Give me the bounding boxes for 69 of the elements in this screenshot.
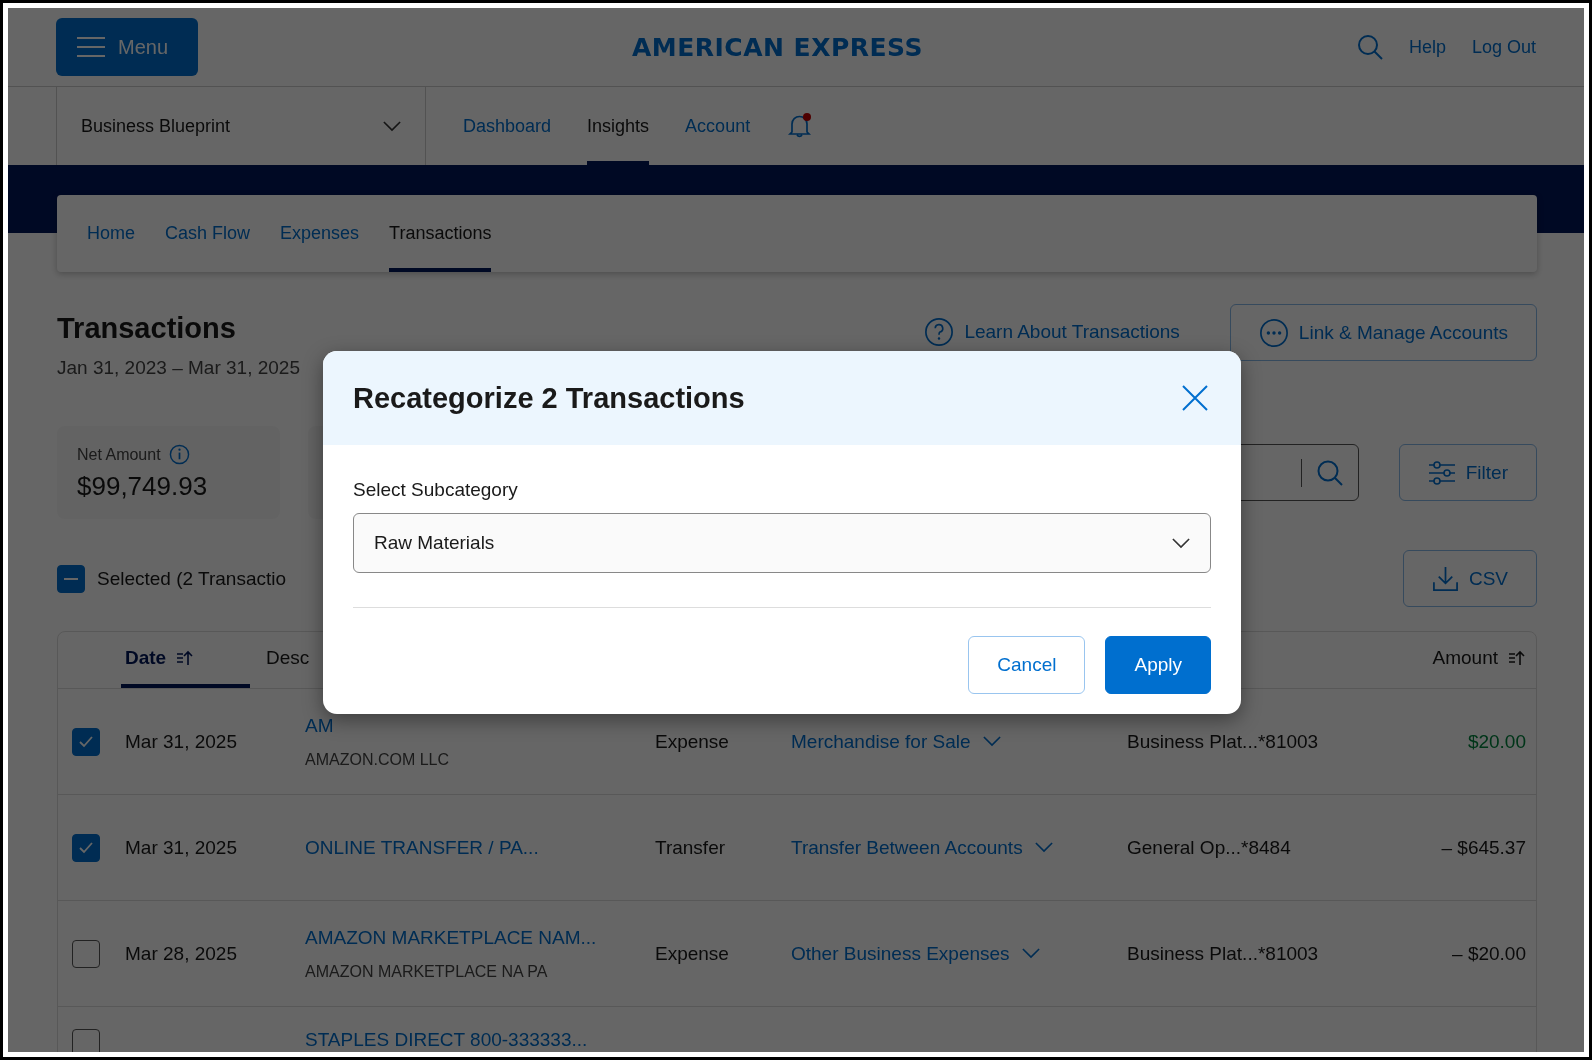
column-header[interactable]: Amount [1432, 632, 1526, 688]
description-link[interactable]: AM [305, 714, 655, 737]
sort-icon[interactable] [176, 650, 195, 666]
category-dropdown[interactable]: Other Business Expenses [791, 942, 1127, 965]
learn-link[interactable]: Learn About Transactions [924, 317, 1180, 347]
nav-tab[interactable]: Account [685, 87, 751, 165]
apply-button[interactable]: Apply [1105, 636, 1211, 694]
sort-icon[interactable] [1508, 650, 1526, 666]
csv-button[interactable]: CSV [1402, 550, 1537, 607]
chevron-down-icon [1172, 537, 1190, 549]
subnav-tab[interactable]: Transactions [389, 195, 492, 272]
account-cell-text: Business Plat...*81003 [1127, 942, 1320, 965]
description-link[interactable]: AMAZON MARKETPLACE NAM... [305, 926, 655, 949]
download-icon [1431, 565, 1459, 592]
stat-value: $99,749.93 [77, 471, 209, 502]
ellipsis-icon [1258, 317, 1289, 348]
minus-icon [64, 577, 78, 580]
checkbox[interactable] [72, 833, 100, 862]
chevron-down-icon [1021, 948, 1040, 959]
chevron-down-icon [1034, 842, 1053, 853]
dialog-title: Recategorize 2 Transactions [353, 381, 745, 415]
menu-icon [76, 36, 106, 58]
subnav-tab[interactable]: Home [87, 195, 135, 272]
stat-label: Net Amount [77, 445, 161, 464]
filter-button[interactable]: Filter [1398, 444, 1537, 501]
merchant-name: AMAZON.COM LLC [305, 750, 450, 769]
subnav-tab[interactable]: Cash Flow [165, 195, 251, 272]
account-cell-text: General Op...*8484 [1127, 836, 1292, 859]
checkbox[interactable] [72, 727, 100, 756]
category-dropdown[interactable]: Merchandise for Sale [791, 730, 1127, 753]
logo[interactable]: AMERICAN EXPRESS [198, 32, 1357, 62]
type-cell-text: Transfer [655, 836, 727, 859]
account-cell-text: Business Plat...*81003 [1127, 730, 1320, 753]
checkbox[interactable] [72, 939, 100, 968]
amount-cell-text: $20.00 [1466, 730, 1527, 753]
info-icon[interactable] [168, 444, 190, 465]
date-cell-text: Mar 31, 2025 [125, 730, 238, 753]
amount-cell-text: – $20.00 [1451, 942, 1527, 965]
chevron-down-icon [383, 120, 401, 132]
subcategory-dropdown[interactable]: Raw Materials [353, 513, 1211, 573]
search-icon[interactable] [1315, 458, 1344, 487]
description-link[interactable]: STAPLES DIRECT 800-333333... [305, 1029, 655, 1051]
sliders-icon [1427, 460, 1456, 485]
menu-button[interactable]: Menu [56, 18, 199, 76]
merchant-name: AMAZON MARKETPLACE NA PA [305, 962, 549, 981]
chevron-down-icon [982, 736, 1001, 747]
search-icon[interactable] [1356, 34, 1383, 60]
description-link[interactable]: ONLINE TRANSFER / PA... [305, 836, 655, 859]
cancel-button[interactable]: Cancel [968, 636, 1086, 694]
date-cell-text: Mar 28, 2025 [125, 942, 238, 965]
manage-accounts-button[interactable]: Link & Manage Accounts [1229, 304, 1537, 361]
field-label: Select Subcategory [353, 479, 519, 501]
question-icon [924, 317, 955, 347]
page-title: Transactions [57, 312, 237, 345]
date-cell-text: Mar 31, 2025 [125, 836, 238, 859]
selection-label: Selected (2 Transactio [97, 567, 287, 590]
subnav-tab[interactable]: Expenses [280, 195, 360, 272]
column-header[interactable]: Date [121, 632, 250, 688]
header-link[interactable]: Log Out [1471, 36, 1536, 58]
date-range: Jan 31, 2023 – Mar 31, 2025 [57, 357, 301, 379]
type-cell-text: Expense [655, 942, 730, 965]
checkbox[interactable] [72, 1029, 100, 1052]
type-cell-text: Expense [655, 730, 730, 753]
amount-cell-text: – $645.37 [1440, 836, 1527, 859]
header-link[interactable]: Help [1408, 36, 1446, 58]
column-header[interactable]: Desc [266, 632, 310, 688]
category-dropdown[interactable]: Transfer Between Accounts [791, 836, 1127, 859]
checkbox[interactable] [57, 564, 85, 593]
nav-tab[interactable]: Dashboard [463, 87, 552, 165]
